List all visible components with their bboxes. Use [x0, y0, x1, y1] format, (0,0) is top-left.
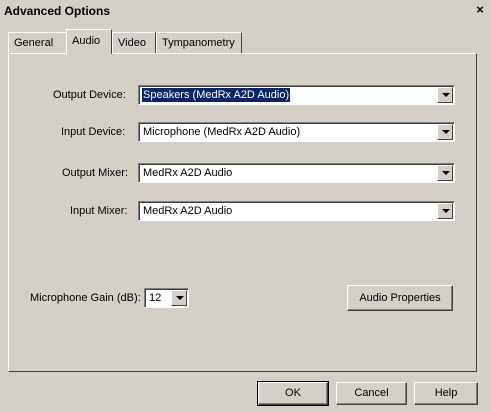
tab-video[interactable]: Video [112, 32, 156, 53]
tab-tympanometry[interactable]: Tympanometry [156, 32, 242, 53]
ok-button-label: OK [285, 387, 301, 399]
input-device-select[interactable]: Microphone (MedRx A2D Audio) [138, 122, 455, 142]
tab-tympanometry-label: Tympanometry [162, 37, 235, 49]
output-mixer-value: MedRx A2D Audio [143, 167, 233, 179]
chevron-down-icon[interactable] [437, 203, 453, 219]
mic-gain-label: Microphone Gain (dB): [30, 292, 141, 304]
audio-properties-label: Audio Properties [359, 292, 441, 304]
chevron-down-icon[interactable] [437, 124, 453, 140]
chevron-down-icon[interactable] [437, 165, 453, 181]
input-mixer-value: MedRx A2D Audio [143, 205, 233, 217]
output-mixer-label: Output Mixer: [62, 167, 129, 179]
tab-general[interactable]: General [8, 32, 67, 53]
tab-general-label: General [14, 37, 54, 49]
cancel-button[interactable]: Cancel [336, 382, 407, 405]
help-button[interactable]: Help [414, 382, 478, 405]
ok-button[interactable]: OK [257, 381, 329, 406]
input-mixer-label: Input Mixer: [70, 205, 128, 217]
input-device-label: Input Device: [61, 126, 126, 138]
mic-gain-select[interactable]: 12 [144, 288, 189, 308]
input-mixer-select[interactable]: MedRx A2D Audio [138, 201, 455, 221]
tab-audio-label: Audio [72, 35, 101, 47]
output-device-select[interactable]: Speakers (MedRx A2D Audio) [138, 85, 455, 105]
close-icon[interactable]: × [473, 3, 487, 17]
advanced-options-dialog: Advanced Options × General Audio Video T… [0, 0, 491, 412]
input-device-value: Microphone (MedRx A2D Audio) [143, 126, 301, 138]
output-device-value: Speakers (MedRx A2D Audio) [142, 88, 291, 102]
help-button-label: Help [434, 387, 458, 399]
mic-gain-value: 12 [149, 292, 162, 304]
cancel-button-label: Cancel [354, 387, 389, 399]
output-device-label: Output Device: [53, 89, 126, 101]
chevron-down-icon[interactable] [171, 290, 187, 306]
chevron-down-icon[interactable] [437, 87, 453, 103]
title-bar: Advanced Options × [0, 0, 491, 22]
tab-video-label: Video [118, 37, 146, 49]
tab-audio[interactable]: Audio [66, 29, 112, 54]
audio-tab-panel: Output Device: Speakers (MedRx A2D Audio… [8, 53, 477, 372]
audio-properties-button[interactable]: Audio Properties [347, 285, 453, 311]
window-title: Advanced Options [4, 4, 111, 18]
output-mixer-select[interactable]: MedRx A2D Audio [138, 163, 455, 183]
